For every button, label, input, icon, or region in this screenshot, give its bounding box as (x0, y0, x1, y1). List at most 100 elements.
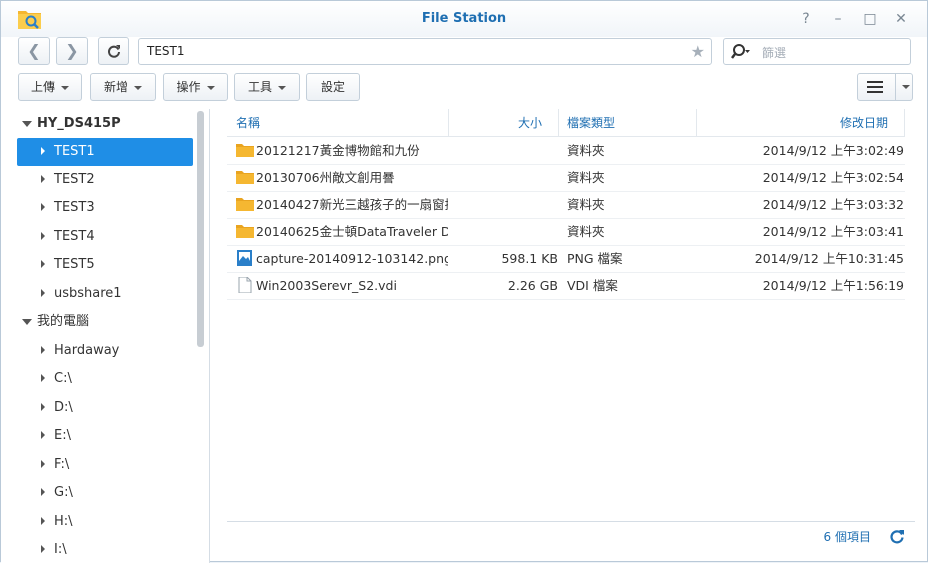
tree-root-nas[interactable]: HY_DS415P (1, 110, 193, 138)
search-box[interactable] (723, 38, 911, 65)
upload-button[interactable]: 上傳 (18, 73, 82, 101)
column-header-modified[interactable]: 修改日期 (697, 109, 888, 137)
maximize-icon[interactable]: □ (861, 10, 879, 28)
expand-arrow-icon[interactable] (41, 289, 45, 297)
tree-item-label: usbshare1 (54, 286, 122, 301)
file-type: PNG 檔案 (567, 251, 623, 266)
file-name: capture-20140912-103142.png (256, 251, 448, 266)
tree-item-test3[interactable]: TEST3 (17, 194, 193, 222)
chevron-down-icon[interactable] (902, 85, 910, 89)
expand-arrow-icon[interactable] (41, 403, 45, 411)
action-button[interactable]: 操作 (163, 73, 228, 101)
file-row[interactable]: 20140427新光三越孩子的一扇窗摇 資料夾 2014/9/12 上午3:03… (227, 191, 905, 219)
search-icon[interactable] (731, 43, 751, 61)
create-button[interactable]: 新增 (90, 73, 156, 101)
expand-arrow-icon[interactable] (41, 374, 45, 382)
window-title: File Station (421, 11, 507, 26)
close-icon[interactable]: ✕ (892, 10, 910, 28)
tree-item-label: Hardaway (54, 343, 120, 358)
expand-arrow-icon[interactable] (41, 488, 45, 496)
expand-arrow-icon[interactable] (41, 147, 45, 155)
chevron-down-icon (61, 85, 69, 90)
reload-icon (107, 45, 120, 58)
tree-item-drive-e[interactable]: E:\ (17, 422, 193, 450)
file-type: 資料夾 (567, 143, 605, 158)
view-mode-button[interactable] (857, 73, 913, 101)
expand-arrow-icon[interactable] (41, 232, 45, 240)
column-divider[interactable] (558, 109, 559, 137)
tree-root-label: 我的電腦 (37, 314, 90, 329)
settings-button[interactable]: 設定 (306, 73, 360, 101)
tree-item-drive-h[interactable]: H:\ (17, 508, 193, 536)
sidebar-scrollbar[interactable] (197, 111, 204, 347)
help-icon[interactable]: ? (797, 10, 815, 28)
title-bar[interactable]: File Station ? – □ ✕ (1, 1, 927, 37)
settings-label: 設定 (320, 80, 345, 94)
tree-item-usbshare1[interactable]: usbshare1 (17, 280, 193, 308)
column-header-name[interactable]: 名稱 (236, 109, 260, 137)
file-row[interactable]: 20130706州敵文創用謈 資料夾 2014/9/12 上午3:02:54 (227, 164, 905, 192)
folder-tree[interactable]: HY_DS415P TEST1 TEST2 TEST3 TEST4 TEST5 … (1, 109, 210, 563)
tree-item-drive-g[interactable]: G:\ (17, 479, 193, 507)
refresh-button[interactable] (98, 37, 129, 65)
expand-arrow-icon[interactable] (41, 431, 45, 439)
tree-item-test1[interactable]: TEST1 (17, 138, 193, 166)
search-input[interactable] (760, 42, 904, 63)
tree-item-label: C:\ (54, 371, 72, 386)
tools-button[interactable]: 工具 (234, 73, 300, 101)
folder-icon (236, 144, 254, 157)
tree-item-drive-d[interactable]: D:\ (17, 394, 193, 422)
tree-item-test4[interactable]: TEST4 (17, 223, 193, 251)
file-modified: 2014/9/12 上午1:56:19 (762, 278, 904, 293)
folder-icon (236, 198, 254, 211)
collapse-arrow-icon[interactable] (22, 121, 32, 127)
file-name: 20130706州敵文創用謈 (256, 170, 395, 185)
file-type: 資料夾 (567, 197, 605, 212)
collapse-arrow-icon[interactable] (22, 319, 32, 325)
file-size: 2.26 GB (507, 278, 558, 293)
expand-arrow-icon[interactable] (41, 203, 45, 211)
tree-root-my-computer[interactable]: 我的電腦 (1, 308, 193, 336)
expand-arrow-icon[interactable] (41, 460, 45, 468)
chevron-down-icon (278, 85, 286, 90)
path-field[interactable]: TEST1 ★ (138, 38, 712, 65)
file-row[interactable]: 20121217黃金博物館和九份 資料夾 2014/9/12 上午3:02:49 (227, 137, 905, 165)
expand-arrow-icon[interactable] (41, 545, 45, 553)
file-modified: 2014/9/12 上午3:02:49 (762, 143, 904, 158)
tree-item-label: TEST1 (54, 144, 95, 159)
tree-item-test2[interactable]: TEST2 (17, 166, 193, 194)
tree-item-label: F:\ (54, 457, 70, 472)
expand-arrow-icon[interactable] (41, 517, 45, 525)
divider (895, 74, 896, 100)
forward-button[interactable]: ❯ (56, 37, 88, 65)
generic-file-icon (238, 277, 252, 293)
tree-item-test5[interactable]: TEST5 (17, 251, 193, 279)
tree-item-drive-c[interactable]: C:\ (17, 365, 193, 393)
back-button[interactable]: ❮ (18, 37, 50, 65)
tree-item-hardaway[interactable]: Hardaway (17, 337, 193, 365)
expand-arrow-icon[interactable] (41, 260, 45, 268)
column-header-type[interactable]: 檔案類型 (567, 109, 615, 137)
star-icon[interactable]: ★ (691, 39, 705, 64)
refresh-icon[interactable] (889, 528, 905, 544)
column-divider[interactable] (904, 109, 905, 137)
tree-item-label: I:\ (54, 542, 67, 557)
minimize-icon[interactable]: – (829, 10, 847, 28)
file-row[interactable]: 20140625金士頓DataTraveler D 資料夾 2014/9/12 … (227, 218, 905, 246)
chevron-down-icon (206, 85, 215, 90)
column-header-size[interactable]: 大小 (449, 109, 542, 137)
file-name: 20121217黃金博物館和九份 (256, 143, 420, 158)
tree-item-drive-f[interactable]: F:\ (17, 451, 193, 479)
file-row[interactable]: capture-20140912-103142.png 598.1 KB PNG… (227, 245, 905, 273)
folder-icon (236, 225, 254, 238)
file-modified: 2014/9/12 上午3:02:54 (762, 170, 904, 185)
file-row[interactable]: Win2003Serevr_S2.vdi 2.26 GB VDI 檔案 2014… (227, 272, 905, 300)
file-name: Win2003Serevr_S2.vdi (256, 278, 397, 293)
tree-item-drive-i[interactable]: I:\ (17, 536, 193, 563)
file-name: 20140625金士頓DataTraveler D (256, 224, 448, 239)
expand-arrow-icon[interactable] (41, 346, 45, 354)
item-count: 6 個項目 (823, 530, 871, 544)
file-modified: 2014/9/12 上午3:03:41 (762, 224, 904, 239)
expand-arrow-icon[interactable] (41, 175, 45, 183)
file-list[interactable]: 名稱 大小 檔案類型 修改日期 20121217黃金博物館和九份 資料夾 201… (227, 109, 915, 521)
